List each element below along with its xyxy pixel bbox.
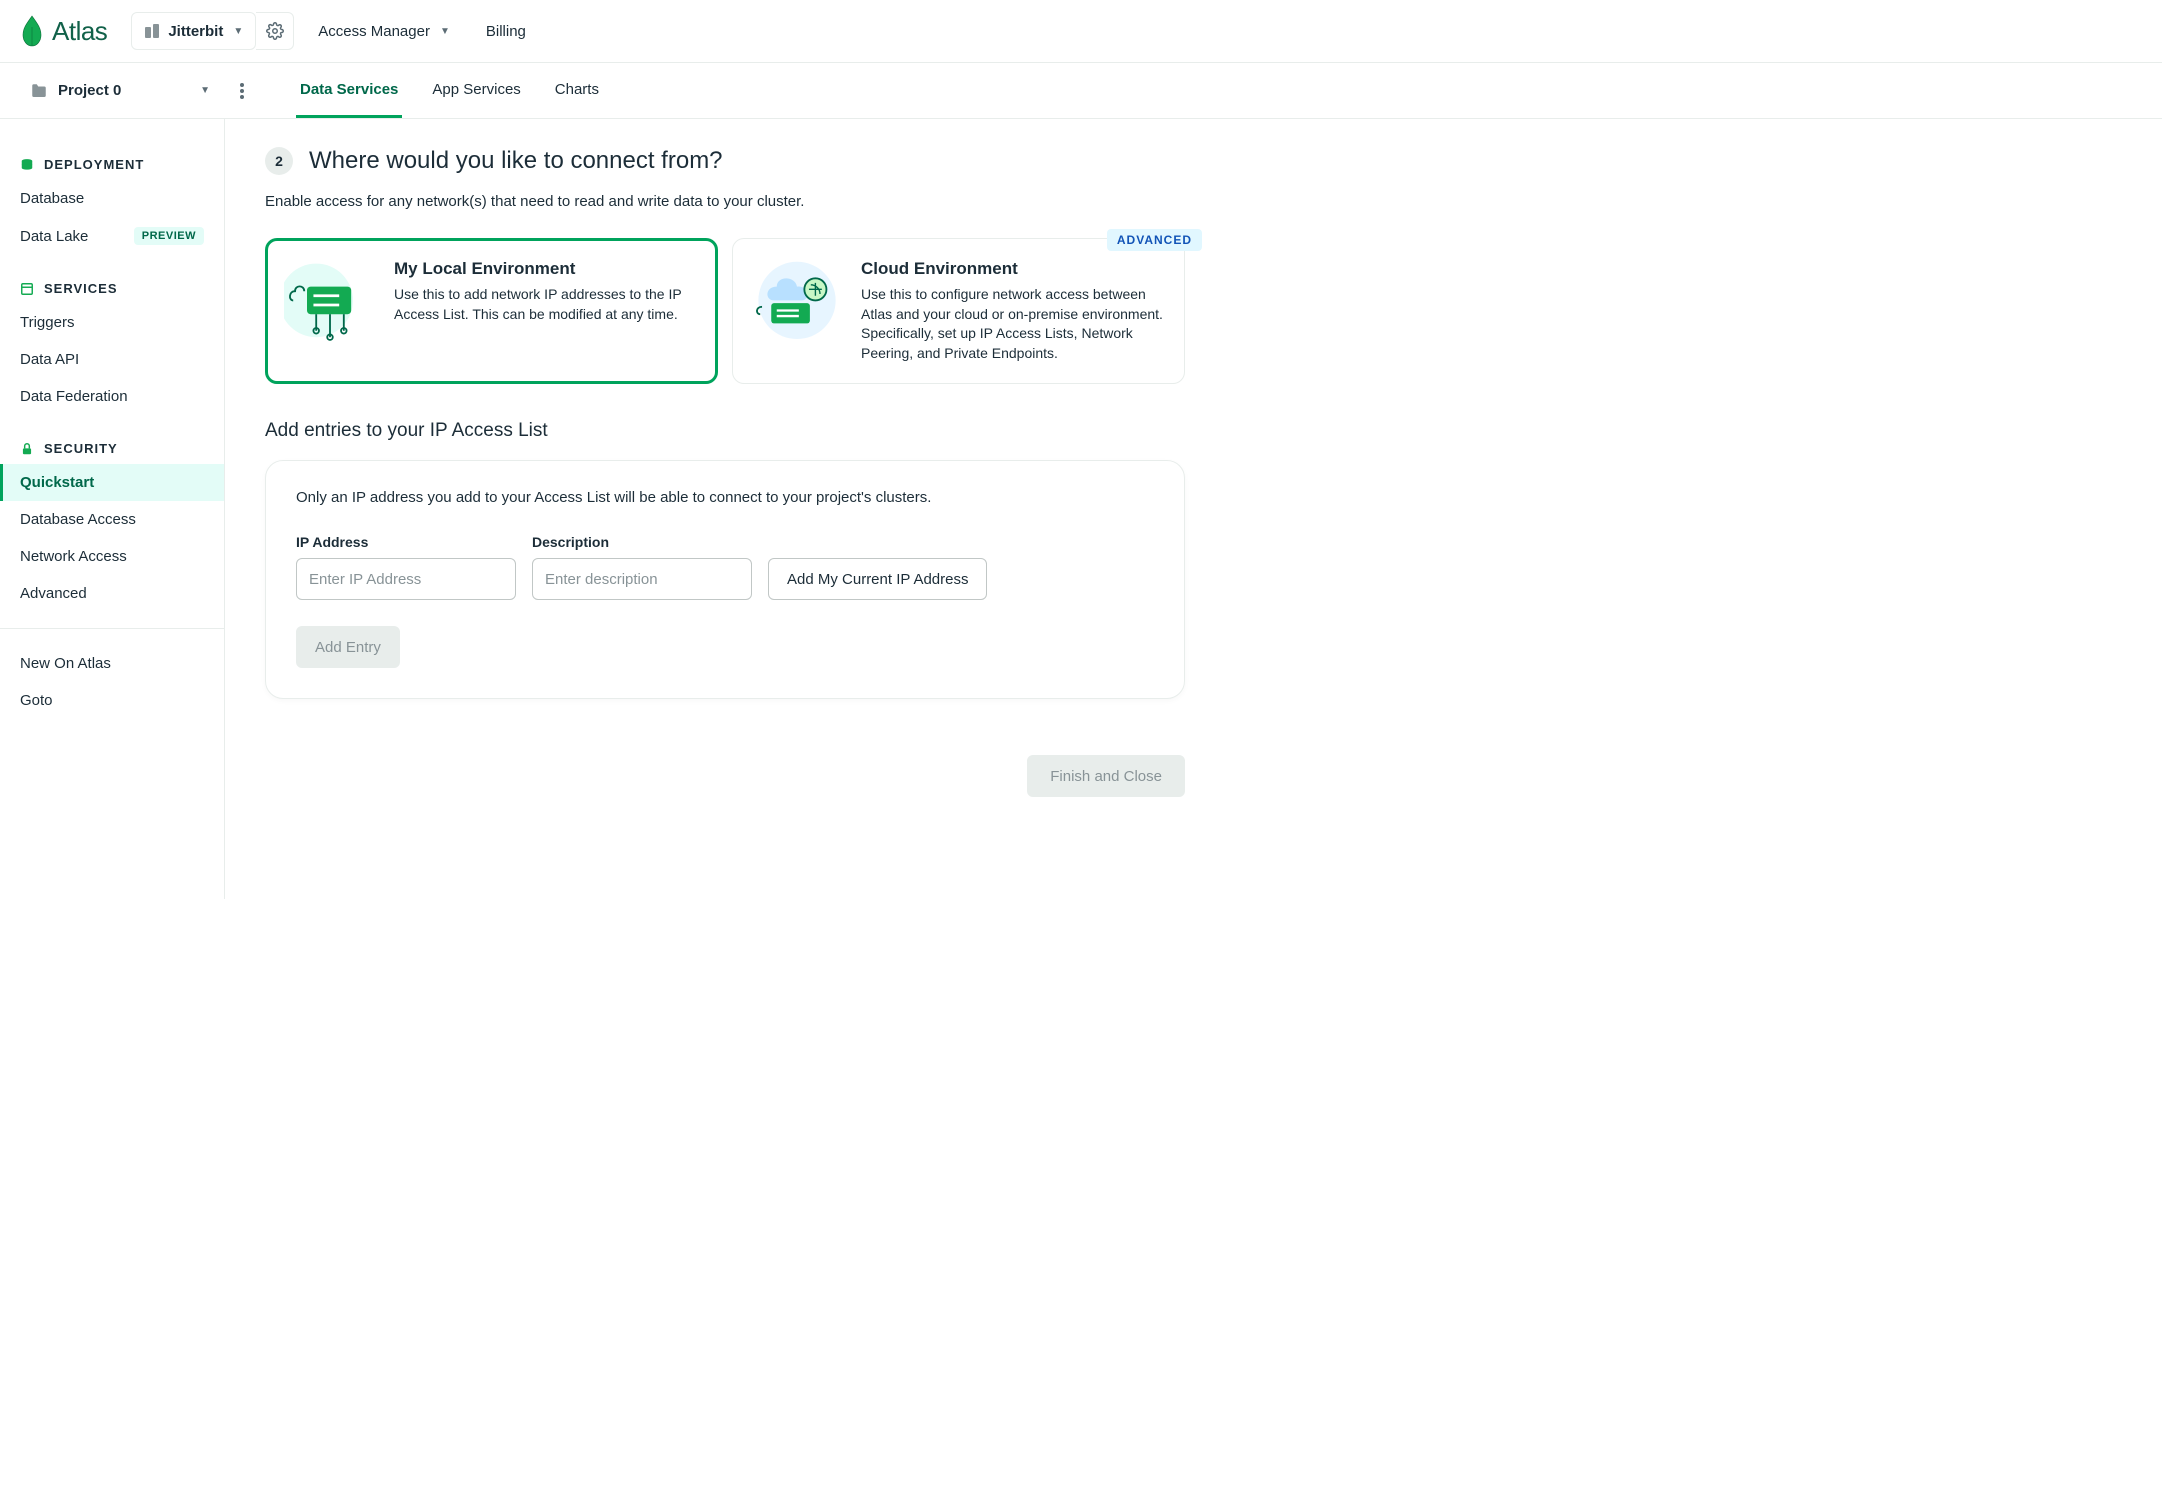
cloud-illust <box>751 259 843 351</box>
project-name: Project 0 <box>58 82 121 99</box>
org-name: Jitterbit <box>168 23 223 40</box>
lock-icon <box>20 442 34 456</box>
folder-icon <box>30 82 48 100</box>
caret-down-icon: ▼ <box>440 26 450 37</box>
sidebar-item-advanced[interactable]: Advanced <box>0 575 224 612</box>
option-local-environment[interactable]: My Local Environment Use this to add net… <box>265 238 718 384</box>
project-more-button[interactable] <box>228 83 256 99</box>
project-selector[interactable]: Project 0 ▼ <box>20 74 220 108</box>
sidebar-item-triggers[interactable]: Triggers <box>0 304 224 341</box>
logo[interactable]: Atlas <box>20 15 107 47</box>
sidebar-section-deployment: DEPLOYMENT <box>0 149 224 180</box>
caret-down-icon: ▼ <box>200 85 210 96</box>
sidebar-section-security: SECURITY <box>0 433 224 464</box>
sidebar-item-label: Database <box>20 190 84 207</box>
sidebar-item-label: Database Access <box>20 511 136 528</box>
sidebar-item-quickstart[interactable]: Quickstart <box>0 464 224 501</box>
tab-label: Data Services <box>300 81 398 98</box>
sidebar-item-data-api[interactable]: Data API <box>0 341 224 378</box>
gear-icon <box>266 22 284 40</box>
advanced-badge: ADVANCED <box>1107 229 1202 251</box>
connection-option-row: My Local Environment Use this to add net… <box>265 238 1185 384</box>
footer-row: Finish and Close <box>265 755 1185 797</box>
finish-close-button[interactable]: Finish and Close <box>1027 755 1185 797</box>
local-illust <box>284 259 376 351</box>
sidebar-item-label: Goto <box>20 692 53 709</box>
option-desc: Use this to configure network access bet… <box>861 285 1164 363</box>
leaf-icon <box>20 15 44 47</box>
tab-row: Data Services App Services Charts <box>296 63 603 118</box>
sidebar-item-label: Data Federation <box>20 388 128 405</box>
sidebar-section-label: SECURITY <box>44 441 118 456</box>
sidebar-item-database-access[interactable]: Database Access <box>0 501 224 538</box>
tab-label: Charts <box>555 81 599 98</box>
option-title: Cloud Environment <box>861 259 1164 279</box>
tab-label: App Services <box>432 81 520 98</box>
sidebar-section-label: SERVICES <box>44 281 118 296</box>
sidebar-item-label: New On Atlas <box>20 655 111 672</box>
org-selector[interactable]: Jitterbit ▼ <box>131 12 256 50</box>
access-manager-link[interactable]: Access Manager ▼ <box>306 15 462 48</box>
sidebar-item-data-lake[interactable]: Data Lake PREVIEW <box>0 217 224 255</box>
sidebar-divider <box>0 628 224 629</box>
description-label: Description <box>532 534 752 550</box>
main-content: 2 Where would you like to connect from? … <box>225 119 1225 899</box>
step-title: Where would you like to connect from? <box>309 147 723 175</box>
option-cloud-environment[interactable]: ADVANCED Cloud Environment <box>732 238 1185 384</box>
org-settings-button[interactable] <box>256 12 294 50</box>
description-input[interactable] <box>532 558 752 600</box>
step-header: 2 Where would you like to connect from? <box>265 147 1185 175</box>
top-nav: Atlas Jitterbit ▼ Access Manager ▼ Billi… <box>0 0 2162 63</box>
sidebar-item-database[interactable]: Database <box>0 180 224 217</box>
database-stack-icon <box>20 158 34 172</box>
ip-access-panel: Only an IP address you add to your Acces… <box>265 460 1185 699</box>
preview-badge: PREVIEW <box>134 227 204 245</box>
sidebar-item-label: Data Lake <box>20 228 88 245</box>
sidebar-item-label: Quickstart <box>20 474 94 491</box>
sidebar-item-label: Data API <box>20 351 79 368</box>
sidebar-item-label: Advanced <box>20 585 87 602</box>
step-subtitle: Enable access for any network(s) that ne… <box>265 193 1185 210</box>
sidebar-item-goto[interactable]: Goto <box>0 682 224 719</box>
tab-data-services[interactable]: Data Services <box>296 63 402 118</box>
sidebar-item-label: Network Access <box>20 548 127 565</box>
add-entry-button[interactable]: Add Entry <box>296 626 400 668</box>
add-current-ip-button[interactable]: Add My Current IP Address <box>768 558 987 600</box>
caret-down-icon: ▼ <box>233 26 243 37</box>
sidebar-item-network-access[interactable]: Network Access <box>0 538 224 575</box>
tab-app-services[interactable]: App Services <box>428 63 524 118</box>
ip-address-label: IP Address <box>296 534 516 550</box>
option-desc: Use this to add network IP addresses to … <box>394 285 697 324</box>
org-icon <box>144 23 160 39</box>
option-title: My Local Environment <box>394 259 697 279</box>
sub-nav: Project 0 ▼ Data Services App Services C… <box>0 63 2162 119</box>
kebab-icon <box>240 83 244 99</box>
tab-charts[interactable]: Charts <box>551 63 603 118</box>
access-manager-label: Access Manager <box>318 23 430 40</box>
billing-link[interactable]: Billing <box>474 15 538 48</box>
sidebar-item-label: Triggers <box>20 314 74 331</box>
sidebar-item-new-on-atlas[interactable]: New On Atlas <box>0 645 224 682</box>
billing-label: Billing <box>486 23 526 40</box>
services-icon <box>20 282 34 296</box>
panel-note: Only an IP address you add to your Acces… <box>296 489 1154 506</box>
sidebar-item-data-federation[interactable]: Data Federation <box>0 378 224 415</box>
ip-list-heading: Add entries to your IP Access List <box>265 420 1185 442</box>
ip-address-input[interactable] <box>296 558 516 600</box>
step-number-circle: 2 <box>265 147 293 175</box>
sidebar-section-services: SERVICES <box>0 273 224 304</box>
brand-text: Atlas <box>52 16 107 47</box>
ip-field-row: IP Address Description Add My Current IP… <box>296 534 1154 600</box>
sidebar: DEPLOYMENT Database Data Lake PREVIEW SE… <box>0 119 225 899</box>
sidebar-section-label: DEPLOYMENT <box>44 157 144 172</box>
